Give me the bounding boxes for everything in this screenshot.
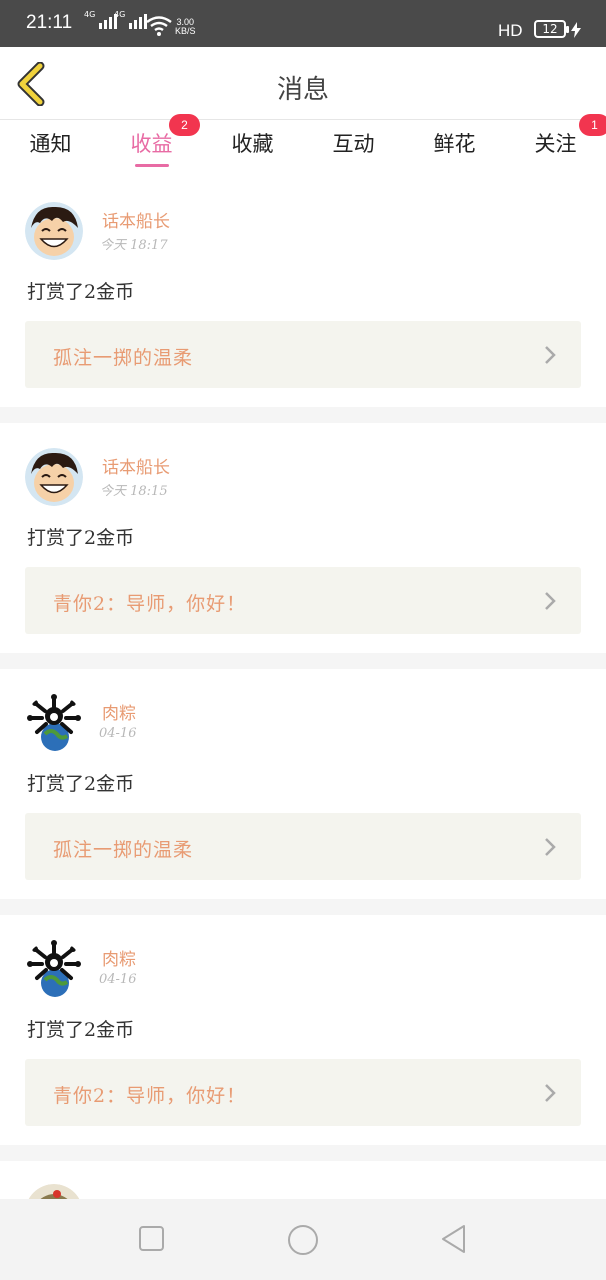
- story-link[interactable]: 青你2：导师，你好！: [25, 1059, 581, 1126]
- story-title: 孤注一掷的温柔: [53, 347, 194, 369]
- message-list: 话本船长 今天 18:17 打赏了2金币 孤注一掷的温柔 话本船长 今天 18:…: [0, 177, 606, 1242]
- tab-bar: 通知 收益 2 收藏 互动 鲜花 关注 1: [0, 114, 606, 177]
- square-icon[interactable]: [138, 1224, 166, 1254]
- divider: [0, 1145, 606, 1161]
- tab-flowers[interactable]: 鲜花: [404, 121, 505, 177]
- list-item: 肉粽 04-16 打赏了2金币 孤注一掷的温柔: [0, 669, 606, 899]
- chevron-right-icon: [545, 346, 556, 364]
- wifi-icon: [146, 16, 172, 36]
- tab-notifications[interactable]: 通知: [0, 121, 101, 177]
- divider: [0, 653, 606, 669]
- tab-label: 收藏: [231, 132, 274, 156]
- tab-follows[interactable]: 关注 1: [505, 114, 606, 177]
- tab-interactions[interactable]: 互动: [303, 121, 404, 177]
- story-link[interactable]: 孤注一掷的温柔: [25, 813, 581, 880]
- list-item: 话本船长 今天 18:17 打赏了2金币 孤注一掷的温柔: [0, 177, 606, 407]
- avatar[interactable]: [25, 940, 83, 998]
- tab-label: 鲜花: [433, 132, 476, 156]
- reward-text: 打赏了2金币: [27, 281, 135, 303]
- avatar-image: [25, 202, 83, 260]
- avatar[interactable]: [25, 448, 83, 506]
- network-speed: 3.00 KB/S: [175, 17, 196, 36]
- timestamp: 今天 18:15: [100, 484, 168, 499]
- avatar-image: [25, 694, 83, 752]
- story-title: 孤注一掷的温柔: [53, 839, 194, 861]
- unread-badge: 1: [579, 114, 606, 136]
- avatar-image: [25, 448, 83, 506]
- avatar[interactable]: [25, 694, 83, 752]
- tab-label: 通知: [29, 132, 72, 156]
- username[interactable]: 话本船长: [102, 453, 170, 478]
- network-type-label: 4G: [114, 10, 126, 19]
- avatar-image: [25, 940, 83, 998]
- circle-icon[interactable]: [287, 1224, 319, 1256]
- signal-icon: 4G: [84, 10, 118, 29]
- chevron-right-icon: [545, 838, 556, 856]
- signal-icon: 4G: [114, 10, 148, 29]
- page-title: 消息: [276, 75, 329, 105]
- story-link[interactable]: 孤注一掷的温柔: [25, 321, 581, 388]
- header: 消息: [0, 47, 606, 120]
- chevron-right-icon: [545, 1084, 556, 1102]
- tab-label: 收益: [130, 132, 173, 156]
- username[interactable]: 肉粽: [102, 699, 136, 724]
- status-time: 21:11: [26, 12, 73, 33]
- list-item: 话本船长 今天 18:15 打赏了2金币 青你2：导师，你好！: [0, 423, 606, 653]
- charging-icon: [571, 22, 581, 38]
- list-item: 肉粽 04-16 打赏了2金币 青你2：导师，你好！: [0, 915, 606, 1145]
- divider: [0, 899, 606, 915]
- hd-label: HD: [498, 21, 523, 40]
- chevron-right-icon: [545, 592, 556, 610]
- timestamp: 04-16: [99, 972, 137, 987]
- unread-badge: 2: [169, 114, 200, 136]
- story-link[interactable]: 青你2：导师，你好！: [25, 567, 581, 634]
- divider: [0, 407, 606, 423]
- story-title: 青你2：导师，你好！: [53, 593, 247, 615]
- network-type-label: 4G: [84, 10, 96, 19]
- tab-label: 关注: [534, 132, 577, 156]
- triangle-back-icon[interactable]: [440, 1224, 468, 1254]
- timestamp: 04-16: [99, 726, 137, 741]
- avatar[interactable]: [25, 202, 83, 260]
- tab-favorites[interactable]: 收藏: [202, 121, 303, 177]
- reward-text: 打赏了2金币: [27, 1019, 135, 1041]
- battery-icon: 12: [534, 20, 569, 38]
- username[interactable]: 肉粽: [102, 945, 136, 970]
- story-title: 青你2：导师，你好！: [53, 1085, 247, 1107]
- system-nav-bar: [0, 1199, 606, 1280]
- status-bar: 21:11 4G 4G 3.00 KB/S HD 12: [0, 0, 606, 47]
- tab-label: 互动: [332, 132, 375, 156]
- timestamp: 今天 18:17: [100, 238, 168, 253]
- reward-text: 打赏了2金币: [27, 773, 135, 795]
- username[interactable]: 话本船长: [102, 207, 170, 232]
- reward-text: 打赏了2金币: [27, 527, 135, 549]
- tab-earnings[interactable]: 收益 2: [101, 114, 202, 177]
